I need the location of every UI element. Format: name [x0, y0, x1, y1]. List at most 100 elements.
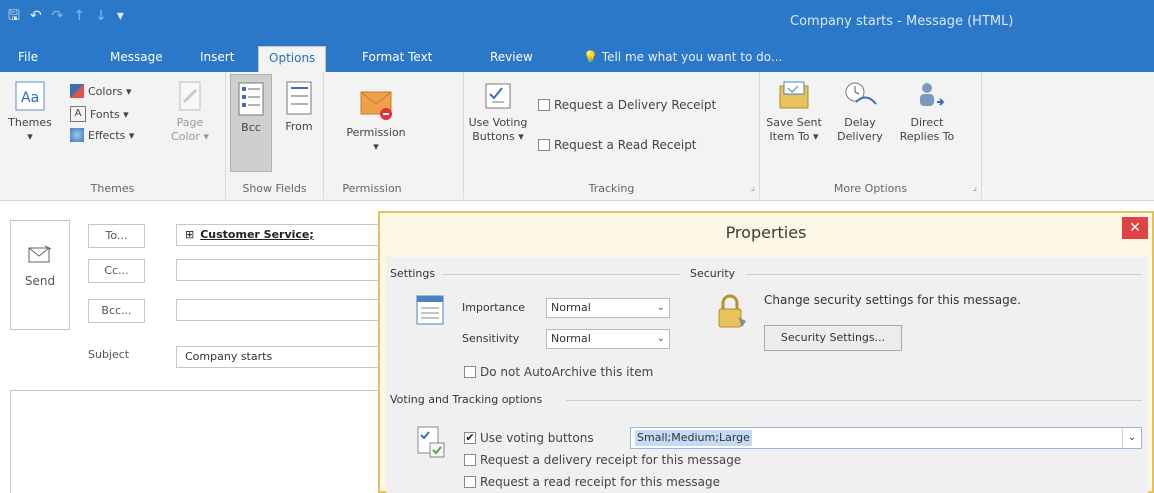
request-delivery-receipt-checkbox[interactable]: Request a Delivery Receipt — [538, 98, 716, 112]
chevron-down-icon: ⌄ — [656, 333, 665, 344]
checkbox-icon[interactable] — [538, 99, 550, 111]
request-delivery-receipt-message-checkbox[interactable]: Request a delivery receipt for this mess… — [464, 453, 741, 467]
save-sent-icon — [779, 81, 809, 109]
voting-options-combobox[interactable]: Small;Medium;Large ⌄ — [630, 427, 1142, 449]
subject-field[interactable]: Company starts — [176, 346, 386, 368]
direct-replies-icon — [920, 83, 945, 106]
send-label: Send — [24, 274, 56, 288]
themes-label: Themes — [8, 116, 52, 129]
delay-label-2: Delivery — [837, 130, 883, 143]
voting-section-label: Voting and Tracking options — [390, 393, 547, 406]
tab-message[interactable]: Message — [110, 50, 163, 64]
themes-button[interactable]: Aa Themes ▾ — [4, 80, 56, 144]
more-options-group-label: More Options — [833, 182, 908, 195]
save-icon[interactable]: 🖫 — [8, 8, 30, 24]
checkbox-checked-icon[interactable]: ✔ — [464, 432, 476, 444]
tracking-group-label: Tracking — [588, 182, 635, 195]
fonts-label: Fonts ▾ — [90, 107, 129, 121]
checkbox-icon[interactable] — [464, 476, 476, 488]
tab-insert[interactable]: Insert — [200, 50, 234, 64]
show-fields-group-label: Show Fields — [242, 182, 307, 195]
cc-button[interactable]: Cc... — [88, 259, 145, 283]
security-settings-button[interactable]: Security Settings... — [764, 325, 902, 351]
to-field[interactable]: ⊞ Customer Service; — [176, 224, 386, 246]
from-button[interactable]: From — [278, 80, 320, 134]
use-voting-buttons-button[interactable]: Use Voting Buttons ▾ — [464, 80, 532, 144]
bcc-field-button[interactable]: Bcc... — [88, 299, 145, 323]
bcc-label: Bcc — [241, 121, 261, 134]
show-fields-group: Bcc From Show Fields — [226, 72, 324, 199]
bcc-button[interactable]: Bcc — [230, 74, 272, 172]
tab-options[interactable]: Options — [258, 46, 327, 72]
delivery-receipt-label: Request a Delivery Receipt — [554, 98, 717, 112]
effects-button[interactable]: Effects ▾ — [70, 128, 134, 142]
do-not-autoarchive-checkbox[interactable]: Do not AutoArchive this item — [464, 365, 653, 379]
checkbox-icon[interactable] — [538, 139, 550, 151]
voting-tracking-icon — [417, 426, 445, 458]
customize-qat-icon[interactable]: ▾ — [117, 8, 134, 24]
title-bar: 🖫↶↷↑↓▾ Company starts - Message (HTML) — [0, 0, 1154, 42]
security-section-label: Security — [690, 267, 740, 280]
request-read-receipt-checkbox[interactable]: Request a Read Receipt — [538, 138, 697, 152]
effects-icon — [70, 128, 84, 142]
sensitivity-value: Normal — [551, 332, 591, 345]
themes-group: Aa Themes ▾ Colors ▾ A Fonts ▾ Effects ▾ P… — [0, 72, 226, 199]
colors-button[interactable]: Colors ▾ — [70, 84, 131, 98]
request-read-receipt-message-checkbox[interactable]: Request a read receipt for this message — [464, 475, 720, 489]
use-voting-label: Use Voting — [468, 116, 528, 129]
checkbox-icon[interactable] — [464, 366, 476, 378]
dialog-title: Properties — [725, 223, 807, 242]
tab-format-text[interactable]: Format Text — [362, 50, 432, 64]
colors-label: Colors ▾ — [88, 84, 132, 98]
checkbox-icon[interactable] — [464, 454, 476, 466]
use-voting-label-2: Buttons ▾ — [472, 130, 524, 143]
lock-icon — [718, 294, 746, 328]
voting-options-value[interactable]: Small;Medium;Large — [635, 430, 752, 446]
redo-icon[interactable]: ↷ — [52, 8, 74, 24]
security-divider — [746, 274, 1142, 275]
dialog-launcher-icon[interactable]: ⌟ — [973, 183, 977, 193]
undo-icon[interactable]: ↶ — [30, 8, 52, 24]
svg-text:Aa: Aa — [21, 90, 39, 106]
down-icon[interactable]: ↓ — [95, 8, 117, 24]
up-icon[interactable]: ↑ — [73, 8, 95, 24]
expand-group-icon[interactable]: ⊞ — [185, 225, 194, 245]
message-body[interactable] — [10, 390, 390, 493]
sensitivity-select[interactable]: Normal ⌄ — [546, 329, 670, 349]
fonts-button[interactable]: A Fonts ▾ — [70, 106, 129, 122]
save-sent-label-2: Item To ▾ — [769, 130, 819, 143]
importance-select[interactable]: Normal ⌄ — [546, 298, 670, 318]
close-button[interactable]: ✕ — [1122, 217, 1148, 239]
delay-delivery-icon — [845, 82, 877, 105]
use-voting-buttons-checkbox[interactable]: ✔ Use voting buttons — [464, 431, 594, 445]
tab-file[interactable]: File — [18, 50, 38, 64]
importance-value: Normal — [551, 301, 591, 314]
send-button[interactable]: Send — [10, 220, 70, 330]
delay-delivery-button[interactable]: Delay Delivery — [830, 80, 890, 144]
to-button[interactable]: To... — [88, 224, 145, 248]
page-color-button[interactable]: Page Color ▾ — [162, 80, 218, 144]
tell-me-search[interactable]: 💡 Tell me what you want to do... — [583, 50, 782, 64]
cc-field[interactable] — [176, 259, 386, 281]
chevron-down-icon: ⌄ — [656, 302, 665, 313]
permission-group: Permission ▾ Permission — [324, 72, 464, 199]
themes-group-label: Themes — [90, 182, 135, 195]
to-recipient[interactable]: Customer Service; — [200, 228, 314, 241]
tab-review[interactable]: Review — [490, 50, 533, 64]
settings-section-label: Settings — [390, 267, 440, 280]
send-icon — [11, 245, 69, 268]
bcc-field[interactable] — [176, 299, 386, 321]
dialog-body: Settings Importance Normal ⌄ Sensitivity … — [386, 257, 1148, 493]
window-title: Company starts - Message (HTML) — [790, 14, 1014, 29]
chevron-down-icon[interactable]: ⌄ — [1122, 428, 1141, 448]
permission-button[interactable]: Permission ▾ — [334, 86, 418, 154]
permission-label: Permission — [346, 126, 406, 139]
direct-replies-to-button[interactable]: Direct Replies To — [896, 80, 958, 144]
security-description: Change security settings for this messag… — [764, 293, 1021, 307]
direct-label-2: Replies To — [899, 130, 955, 143]
permission-group-label: Permission — [342, 182, 402, 195]
save-sent-item-button[interactable]: Save Sent Item To ▾ — [760, 80, 828, 144]
dialog-launcher-icon[interactable]: ⌟ — [751, 183, 755, 193]
more-options-group: Save Sent Item To ▾ Delay Delivery Direct R… — [760, 72, 982, 199]
save-sent-label: Save Sent — [766, 116, 822, 129]
